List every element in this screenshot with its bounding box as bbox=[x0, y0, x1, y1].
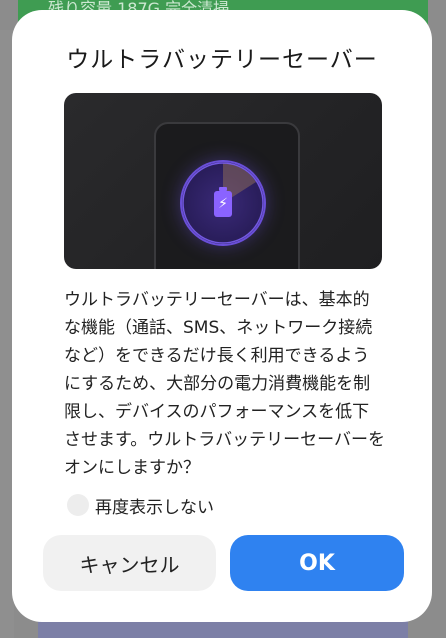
dialog-title: ウルトラバッテリーセーバー bbox=[66, 47, 378, 73]
background-bottom-bar bbox=[38, 620, 408, 638]
checkbox-unchecked-icon[interactable] bbox=[67, 494, 89, 516]
battery-bolt-icon: ⚡ bbox=[214, 191, 232, 217]
hero-illustration: ⚡ bbox=[64, 93, 382, 269]
screen: 残り容量 187G 完全清掃 ウルトラバッテリーセーバー ⚡ ウルトラバッテリー… bbox=[0, 0, 446, 638]
dialog-description: ウルトラバッテリーセーバーは、基本的な機能（通話、SMS、ネットワーク接続など）… bbox=[64, 290, 385, 478]
dont-show-again-row[interactable]: 再度表示しない bbox=[67, 491, 214, 519]
ok-button[interactable]: OK bbox=[230, 535, 404, 591]
ultra-battery-saver-dialog: ウルトラバッテリーセーバー ⚡ ウルトラバッテリーセーバーは、基本的な機能（通話… bbox=[12, 10, 432, 622]
dont-show-again-label: 再度表示しない bbox=[95, 497, 214, 518]
cancel-button[interactable]: キャンセル bbox=[43, 535, 216, 591]
